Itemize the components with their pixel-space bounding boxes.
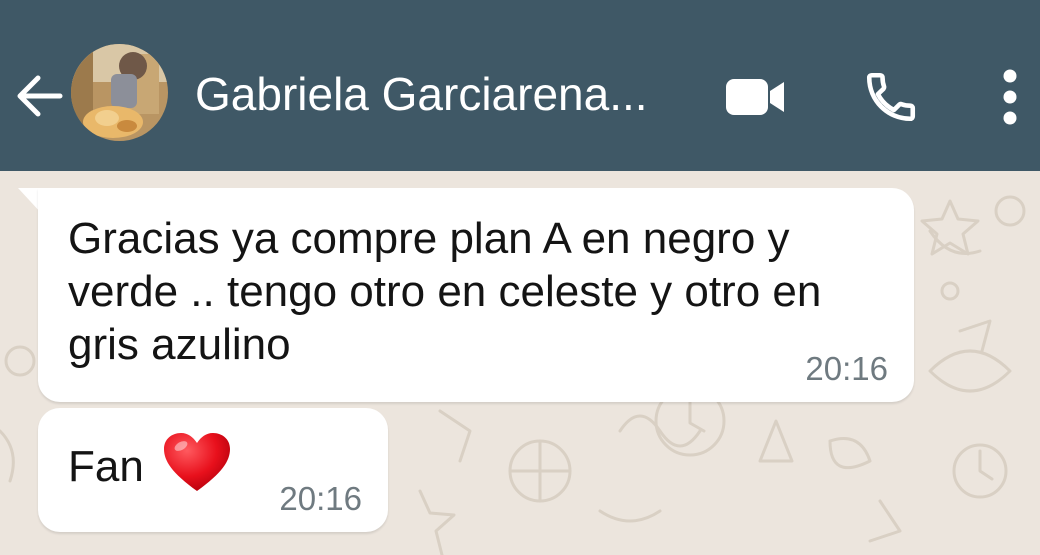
- video-camera-icon: [726, 79, 784, 115]
- phone-icon: [866, 72, 916, 122]
- contact-name[interactable]: Gabriela Garciarena...: [195, 66, 695, 122]
- message-text: Fan: [68, 442, 144, 491]
- contact-photo: [71, 44, 168, 141]
- message-bubble[interactable]: Gracias ya compre plan A en negro y verd…: [38, 188, 914, 402]
- message-time: 20:16: [805, 350, 888, 387]
- message-time: 20:16: [279, 480, 362, 517]
- chat-header: Gabriela Garciarena...: [0, 0, 1040, 171]
- more-vert-icon: [1003, 69, 1017, 125]
- back-button[interactable]: [10, 70, 66, 122]
- arrow-left-icon: [17, 75, 63, 117]
- avatar[interactable]: [71, 44, 168, 141]
- voice-call-button[interactable]: [862, 68, 920, 126]
- video-call-button[interactable]: [722, 72, 788, 122]
- message-text-container: Fan: [68, 433, 288, 495]
- red-heart-emoji-icon: [164, 433, 231, 492]
- more-options-button[interactable]: [992, 66, 1028, 128]
- message-text: Gracias ya compre plan A en negro y verd…: [68, 214, 822, 369]
- message-bubble[interactable]: Fan 20:16: [38, 408, 388, 532]
- chat-area[interactable]: Gracias ya compre plan A en negro y verd…: [0, 171, 1040, 555]
